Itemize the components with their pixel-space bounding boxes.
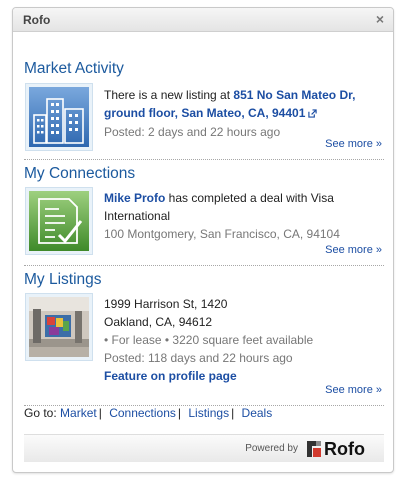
connections-text: Mike Profo has completed a deal with Vis… <box>104 189 386 243</box>
widget-title: Rofo <box>23 13 51 27</box>
rofo-logo-mark-icon <box>307 441 321 457</box>
buildings-icon <box>25 83 93 151</box>
goto-nav: Go to: Market | Connections | Listings | De… <box>24 406 272 420</box>
goto-separator: | <box>98 406 102 420</box>
goto-label: Go to: <box>24 406 57 420</box>
connections-see-more-link[interactable]: See more » <box>325 244 382 256</box>
listing-posted-time: Posted: 2 days and 22 hours ago <box>104 125 281 139</box>
feature-on-profile-link[interactable]: Feature on profile page <box>104 369 237 383</box>
listing-lease-details: • For lease • 3220 square feet available <box>104 333 314 347</box>
widget-content: Market Activity There is a new listing a… <box>24 32 384 406</box>
document-check-icon <box>25 187 93 255</box>
external-link-icon[interactable] <box>308 105 318 123</box>
my-connections-section: My Connections Mike Profo has completed … <box>24 160 384 266</box>
goto-connections-link[interactable]: Connections <box>109 406 176 420</box>
goto-listings-link[interactable]: Listings <box>188 406 229 420</box>
listing-address-line1: 1999 Harrison St, 1420 <box>104 297 228 311</box>
lobby-photo[interactable] <box>25 293 93 361</box>
listing-details: 1999 Harrison St, 1420 Oakland, CA, 9461… <box>104 295 386 385</box>
my-listings-section: My Listings 1999 Harrison St, 1420 Oakla… <box>24 266 384 406</box>
widget-titlebar: Rofo × <box>13 8 393 32</box>
goto-market-link[interactable]: Market <box>60 406 97 420</box>
rofo-logo[interactable]: Rofo <box>304 438 378 460</box>
market-see-more-link[interactable]: See more » <box>325 138 382 150</box>
listing-posted-time: Posted: 118 days and 22 hours ago <box>104 351 293 365</box>
goto-separator: | <box>177 406 182 420</box>
market-activity-text: There is a new listing at 851 No San Mat… <box>104 86 386 141</box>
market-activity-section: Market Activity There is a new listing a… <box>24 32 384 160</box>
rofo-widget: Rofo × Market Activity There is a new li… <box>12 7 394 473</box>
listings-see-more-link[interactable]: See more » <box>325 384 382 396</box>
connection-address: 100 Montgomery, San Francisco, CA, 94104 <box>104 227 340 241</box>
listing-text-prefix: There is a new listing at <box>104 88 234 102</box>
close-icon[interactable]: × <box>376 11 384 27</box>
my-connections-heading[interactable]: My Connections <box>24 163 135 185</box>
rofo-logo-text: Rofo <box>324 439 365 459</box>
market-activity-heading[interactable]: Market Activity <box>24 58 124 80</box>
goto-separator: | <box>231 406 235 420</box>
my-listings-heading[interactable]: My Listings <box>24 269 102 291</box>
connection-person-link[interactable]: Mike Profo <box>104 191 165 205</box>
widget-footer: Powered by Rofo <box>24 434 384 462</box>
listing-address-line2: Oakland, CA, 94612 <box>104 315 213 329</box>
goto-deals-link[interactable]: Deals <box>242 406 273 420</box>
powered-by-label: Powered by <box>245 443 298 454</box>
